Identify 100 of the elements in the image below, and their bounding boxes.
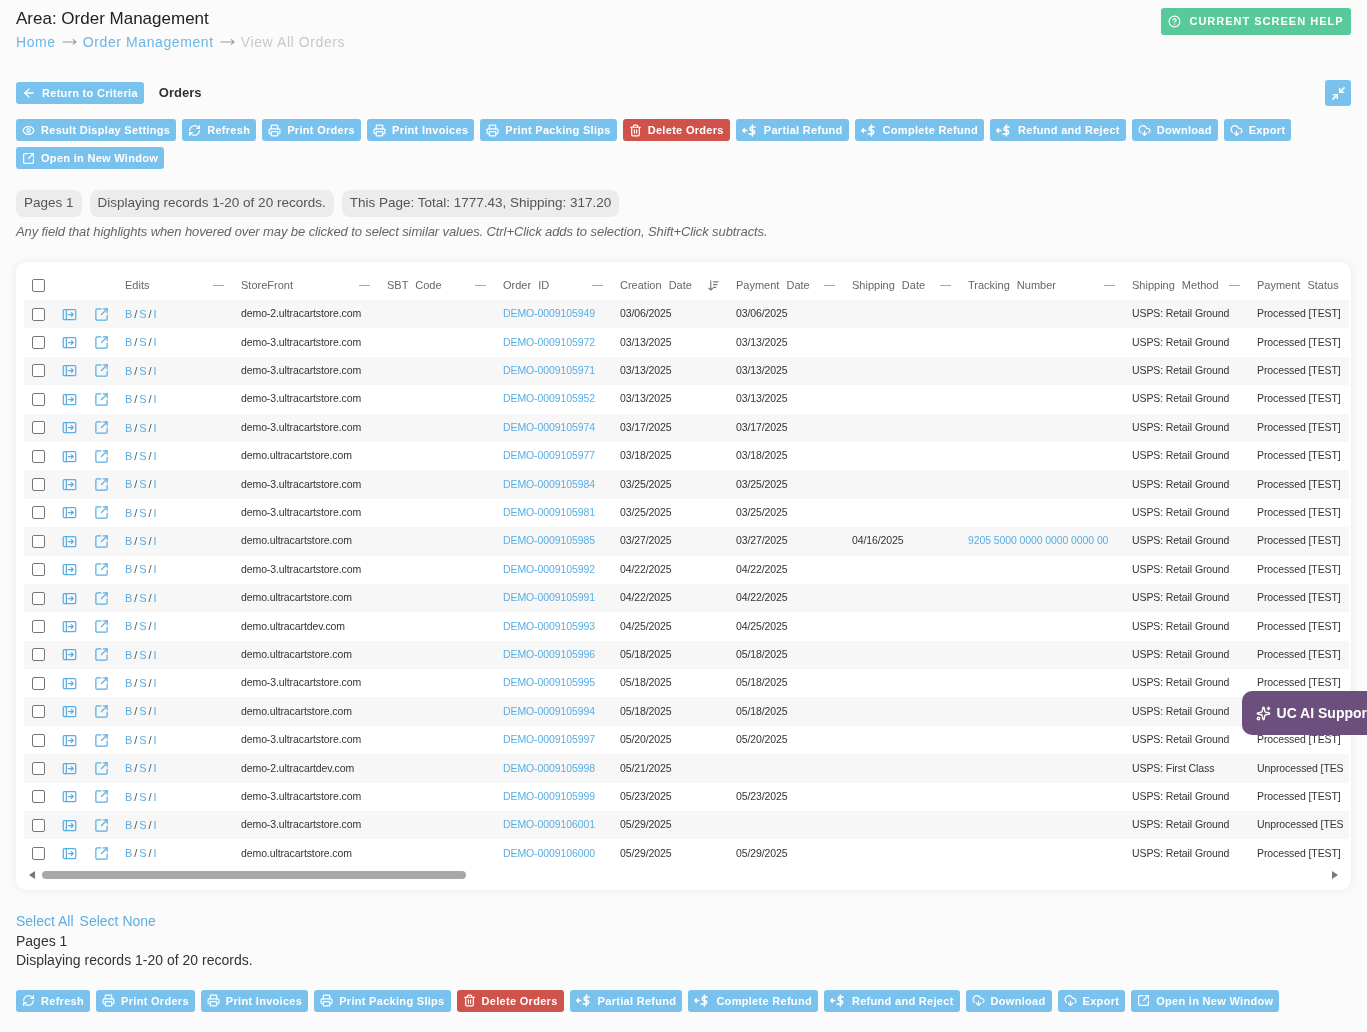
edit-link[interactable]: B <box>125 618 133 635</box>
edit-link[interactable]: S <box>139 618 147 635</box>
panel-arrow-icon[interactable] <box>62 675 77 691</box>
right-triangle-icon[interactable] <box>1332 870 1338 879</box>
toolbar-button[interactable]: Complete Refund <box>854 119 985 141</box>
breadcrumb-link[interactable]: Home <box>16 32 56 52</box>
toolbar-button[interactable]: Open in New Window <box>16 147 165 169</box>
checkbox[interactable] <box>32 421 45 435</box>
checkbox[interactable] <box>32 449 45 463</box>
edit-link[interactable]: B <box>125 816 133 834</box>
checkbox[interactable] <box>32 847 45 861</box>
toolbar-button[interactable]: Complete Refund <box>688 989 818 1012</box>
column-header[interactable]: Shipping Method <box>1132 276 1219 294</box>
edit-link[interactable]: I <box>153 845 157 862</box>
order-id-link[interactable]: DEMO-0009105994 <box>503 704 595 717</box>
edit-link[interactable]: I <box>153 618 157 635</box>
edit-link[interactable]: S <box>139 447 147 465</box>
checkbox[interactable] <box>32 307 45 321</box>
panel-arrow-icon[interactable] <box>62 789 77 805</box>
edit-link[interactable]: S <box>139 334 147 351</box>
checkbox[interactable] <box>32 336 45 350</box>
edit-link[interactable]: S <box>139 760 147 777</box>
external-link-icon[interactable] <box>94 647 109 663</box>
panel-arrow-icon[interactable] <box>62 505 77 521</box>
edit-link[interactable]: S <box>139 305 147 323</box>
order-id-link[interactable]: DEMO-0009105998 <box>503 761 595 774</box>
external-link-icon[interactable] <box>94 675 109 691</box>
panel-arrow-icon[interactable] <box>62 363 77 379</box>
external-link-icon[interactable] <box>94 477 109 493</box>
order-id-link[interactable]: DEMO-0009106001 <box>503 818 595 831</box>
checkbox[interactable] <box>32 648 45 662</box>
toolbar-button[interactable]: Export <box>1057 989 1126 1012</box>
edit-link[interactable]: I <box>153 305 157 323</box>
edit-link[interactable]: B <box>125 476 133 493</box>
toolbar-button[interactable]: Open in New Window <box>1131 989 1280 1012</box>
panel-arrow-icon[interactable] <box>62 306 77 322</box>
select-link[interactable]: Select All <box>16 912 74 929</box>
external-link-icon[interactable] <box>94 420 109 436</box>
checkbox[interactable] <box>32 506 45 520</box>
panel-arrow-icon[interactable] <box>62 732 77 748</box>
toolbar-button[interactable]: Print Invoices <box>200 989 309 1012</box>
column-header[interactable]: Creation Date <box>620 276 692 294</box>
order-id-link[interactable]: DEMO-0009105977 <box>503 449 595 462</box>
edit-link[interactable]: I <box>153 589 157 607</box>
panel-arrow-icon[interactable] <box>62 562 77 578</box>
edit-link[interactable]: B <box>125 646 133 664</box>
column-header[interactable]: StoreFront <box>241 276 293 294</box>
toolbar-button[interactable]: Download <box>1131 119 1218 141</box>
edit-link[interactable]: B <box>125 788 133 806</box>
order-id-link[interactable]: DEMO-0009105999 <box>503 789 595 802</box>
checkbox[interactable] <box>32 818 45 832</box>
external-link-icon[interactable] <box>94 846 109 862</box>
edit-link[interactable]: B <box>125 305 133 323</box>
toolbar-button[interactable]: Delete Orders <box>622 119 730 141</box>
return-button[interactable]: Return to Criteria <box>16 82 144 104</box>
order-id-link[interactable]: DEMO-0009105974 <box>503 420 595 433</box>
toolbar-button[interactable]: Delete Orders <box>456 989 564 1012</box>
edit-link[interactable]: B <box>125 561 133 578</box>
external-link-icon[interactable] <box>94 590 109 606</box>
panel-arrow-icon[interactable] <box>62 391 77 407</box>
checkbox[interactable] <box>32 705 45 719</box>
toolbar-button[interactable]: Print Orders <box>96 989 195 1012</box>
edit-link[interactable]: S <box>139 419 147 436</box>
order-id-link[interactable]: DEMO-0009105972 <box>503 335 595 348</box>
checkbox[interactable] <box>32 534 45 548</box>
edit-link[interactable]: I <box>153 760 157 777</box>
edit-link[interactable]: I <box>153 703 157 720</box>
panel-arrow-icon[interactable] <box>62 335 77 351</box>
panel-arrow-icon[interactable] <box>62 477 77 493</box>
edit-link[interactable]: B <box>125 703 133 720</box>
edit-link[interactable]: I <box>153 504 157 522</box>
order-id-link[interactable]: DEMO-0009105993 <box>503 619 595 632</box>
edit-link[interactable]: B <box>125 760 133 777</box>
column-header[interactable]: SBT Code <box>387 276 442 294</box>
help-button[interactable]: CURRENT SCREEN HELP <box>1161 8 1351 35</box>
external-link-icon[interactable] <box>94 363 109 379</box>
edit-link[interactable]: B <box>125 731 133 749</box>
edit-link[interactable]: I <box>153 788 157 806</box>
order-id-link[interactable]: DEMO-0009105997 <box>503 733 595 746</box>
toolbar-button[interactable]: Partial Refund <box>569 989 683 1012</box>
edit-link[interactable]: B <box>125 362 133 380</box>
external-link-icon[interactable] <box>94 817 109 833</box>
edit-link[interactable]: B <box>125 447 133 465</box>
external-link-icon[interactable] <box>94 533 109 549</box>
checkbox[interactable] <box>32 676 45 690</box>
external-link-icon[interactable] <box>94 704 109 720</box>
external-link-icon[interactable] <box>94 760 109 776</box>
toolbar-button[interactable]: Export <box>1223 119 1292 141</box>
toolbar-button[interactable]: Refund and Reject <box>823 989 960 1012</box>
edit-link[interactable]: S <box>139 646 147 664</box>
edit-link[interactable]: B <box>125 533 133 550</box>
checkbox[interactable] <box>32 364 45 378</box>
column-header[interactable]: Shipping Date <box>852 276 926 294</box>
toolbar-button[interactable]: Print Packing Slips <box>314 989 451 1012</box>
edit-link[interactable]: S <box>139 504 147 522</box>
external-link-icon[interactable] <box>94 619 109 634</box>
edit-link[interactable]: B <box>125 589 133 607</box>
column-header[interactable]: Payment Date <box>736 276 810 294</box>
external-link-icon[interactable] <box>94 306 109 322</box>
order-id-link[interactable]: DEMO-0009105971 <box>503 364 595 377</box>
